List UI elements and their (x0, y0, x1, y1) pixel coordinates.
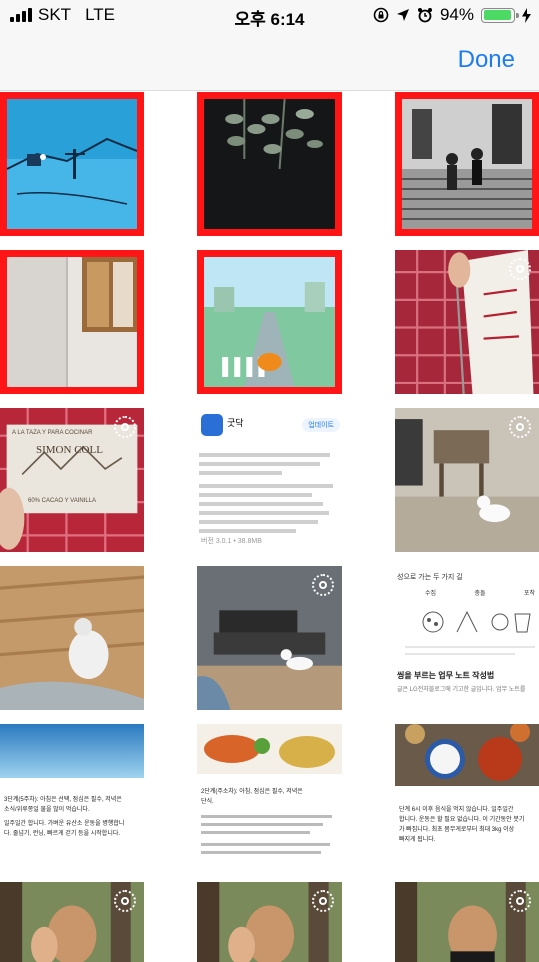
status-left: SKT LTE (10, 5, 115, 25)
photo-tile-1[interactable] (0, 92, 144, 236)
live-photo-icon (114, 416, 136, 438)
post-text-3: 가 빠집니다. 최초 몸무게로부터 최대 3kg 이상 (399, 827, 515, 833)
live-photo-icon (509, 416, 531, 438)
signal-icon (10, 8, 32, 22)
photo-tile-4[interactable] (0, 250, 144, 394)
photo-hamster (0, 566, 144, 710)
photo-tile-18[interactable] (395, 882, 539, 962)
post-body-lines (201, 810, 337, 859)
photo-tile-6[interactable] (395, 250, 539, 394)
live-photo-icon (312, 890, 334, 912)
photo-stairs-crowd (402, 99, 532, 229)
app-icon (201, 414, 223, 436)
carrier-name: SKT (38, 5, 72, 24)
status-right: 94% (373, 5, 531, 25)
post-text-3: 일주일간 합니다. 가벼운 유산소 운동을 병행합니 (4, 821, 125, 827)
post-text-1: 단계 6시 이후 음식을 먹지 않습니다. 일주일간 (399, 807, 514, 813)
alarm-icon (417, 8, 432, 23)
water-glass-image (0, 724, 144, 778)
photo-tile-16[interactable] (0, 882, 144, 962)
food-image (197, 724, 342, 774)
post-text-1: 3단계(5주차): 아침은 선택, 점심은 필수, 저녁은 (4, 797, 122, 803)
network-type: LTE (85, 5, 115, 24)
chocolate-brand: SIMON COLL (36, 444, 103, 456)
photo-tile-17[interactable] (197, 882, 342, 962)
photo-window-wall (7, 257, 137, 387)
infographic-heading: 성으로 가는 두 가지 길 (397, 574, 463, 581)
battery-icon (481, 7, 519, 23)
live-photo-icon (509, 890, 531, 912)
photo-tile-11[interactable] (197, 566, 342, 710)
battery-fill (483, 10, 511, 20)
photo-tile-12[interactable]: 성으로 가는 두 가지 길 수집 충돌 포착 씽을 부르는 업무 노트 작성법 글은… (395, 566, 539, 710)
post-text-4: 빠지게 됩니다. (399, 837, 436, 843)
done-button[interactable]: Done (458, 46, 515, 74)
photo-tile-7[interactable]: A LA TAZA Y PARA COCINAR SIMON COLL 60% … (0, 408, 144, 552)
photo-tile-13[interactable]: 3단계(5주차): 아침은 선택, 점심은 필수, 저녁은 소식/위루쫑일 물을… (0, 724, 144, 868)
post-text-2: 단식. (201, 799, 214, 805)
photo-tile-5[interactable] (197, 250, 342, 394)
photo-tile-8[interactable]: 굿닥 업데이트 버전 3.0.1 • 38.8MB (197, 408, 342, 552)
navigation-bar: Done (0, 32, 539, 91)
app-name: 굿닥 (227, 418, 244, 428)
post-text-2: 소식/위루쫑일 물을 많이 먹습니다. (4, 807, 90, 813)
photo-tile-2[interactable] (197, 92, 342, 236)
chocolate-desc: 60% CACAO Y VAINILLA (28, 498, 97, 504)
photo-leaves (204, 99, 335, 229)
photo-tile-3[interactable] (395, 92, 539, 236)
status-bar: SKT LTE 오후 6:14 94% (0, 0, 539, 32)
photo-road-illustration (204, 257, 335, 387)
charging-bolt-icon (522, 7, 531, 23)
photo-tile-15[interactable]: 단계 6시 이후 음식을 먹지 않습니다. 일주일간 합니다. 운동은 할 필요… (395, 724, 539, 868)
app-version: 버전 3.0.1 • 38.8MB (201, 538, 262, 545)
post-text-1: 2단계(주소차): 아침, 점심은 필수, 저녁은 (201, 789, 303, 795)
live-photo-icon (114, 890, 136, 912)
location-arrow-icon (396, 9, 409, 21)
post-text-2: 합니다. 운동은 할 필요 없습니다. 이 기간동안 붓기 (399, 817, 525, 823)
korean-meal-image (395, 724, 539, 786)
photo-blue-illustration (7, 99, 137, 229)
photo-tile-9[interactable] (395, 408, 539, 552)
chocolate-sub: A LA TAZA Y PARA COCINAR (12, 430, 93, 436)
infographic-icons (405, 610, 535, 655)
infographic-cols: 수집 충돌 포착 (425, 591, 535, 597)
live-photo-icon (509, 258, 531, 280)
update-button: 업데이트 (302, 418, 340, 432)
infographic-title: 씽을 부르는 업무 노트 작성법 (397, 671, 495, 680)
battery-percent: 94% (439, 5, 474, 24)
live-photo-icon (312, 574, 334, 596)
infographic-sub: 글은 LG전자블로그에 기고한 글입니다. 업무 노트를 (397, 687, 526, 693)
post-text-4: 다. 줄넘기, 런닝, 빠르게 걷기 등을 시작합니다. (4, 831, 121, 837)
rotation-lock-icon (373, 7, 389, 23)
app-body-lines (199, 448, 337, 538)
photo-tile-14[interactable]: 2단계(주소차): 아침, 점심은 필수, 저녁은 단식. (197, 724, 342, 868)
photo-tile-10[interactable] (0, 566, 144, 710)
